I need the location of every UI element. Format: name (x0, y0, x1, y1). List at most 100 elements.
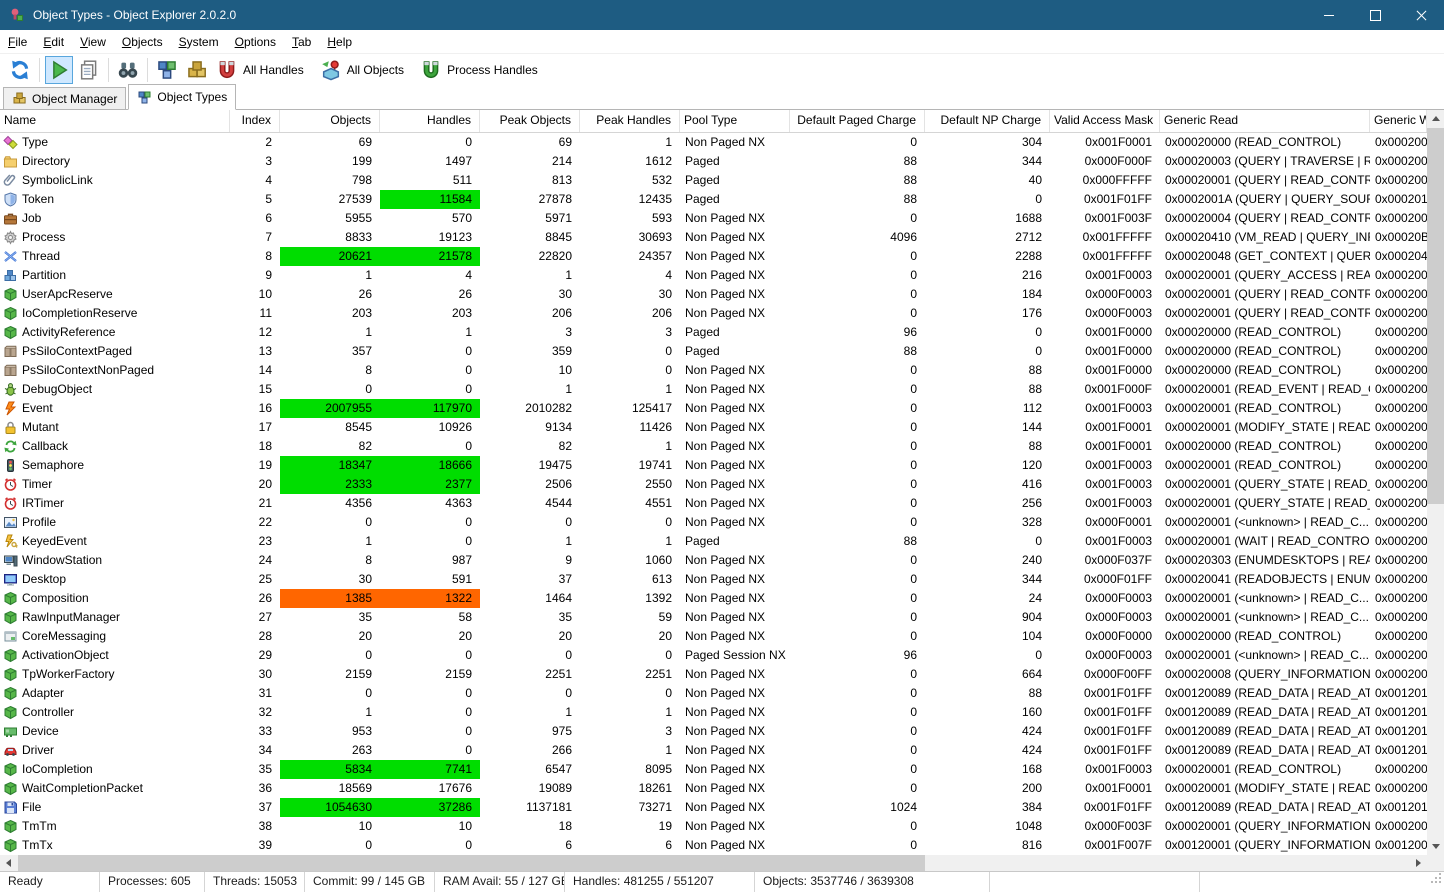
table-row-rawinputmanager[interactable]: RawInputManager2735583559Non Paged NX090… (0, 608, 1427, 627)
table-row-callback[interactable]: Callback18820821Non Paged NX0880x001F000… (0, 437, 1427, 456)
copy-button[interactable] (75, 56, 103, 84)
table-row-device[interactable]: Device3395309753Non Paged NX04240x001F01… (0, 722, 1427, 741)
cell-peak-objects: 2010282 (480, 399, 580, 418)
table-row-waitcompletionpacket[interactable]: WaitCompletionPacket36185691767619089182… (0, 779, 1427, 798)
horizontal-scrollbar[interactable] (0, 855, 1427, 871)
menu-item-tab[interactable]: Tab (284, 30, 319, 54)
table-row-debugobject[interactable]: DebugObject150011Non Paged NX0880x001F00… (0, 380, 1427, 399)
table-row-tmtm[interactable]: TmTm3810101819Non Paged NX010480x000F003… (0, 817, 1427, 836)
cell-pool-type: Non Paged NX (680, 570, 790, 589)
table-row-directory[interactable]: Directory319914972141612Paged883440x000F… (0, 152, 1427, 171)
cell-index: 7 (230, 228, 280, 247)
table-row-composition[interactable]: Composition261385132214641392Non Paged N… (0, 589, 1427, 608)
table-row-token[interactable]: Token527539115842787812435Paged8800x001F… (0, 190, 1427, 209)
column-header-valid-access-mask[interactable]: Valid Access Mask (1050, 110, 1160, 132)
column-header-name[interactable]: Name (0, 110, 230, 132)
menu-item-options[interactable]: Options (227, 30, 284, 54)
cell-generic-read: 0x00020000 (READ_CONTROL) (1160, 361, 1370, 380)
cell-default-np-charge: 424 (925, 741, 1050, 760)
table-row-keyedevent[interactable]: KeyedEvent231011Paged8800x001F00030x0002… (0, 532, 1427, 551)
table-row-desktop[interactable]: Desktop253059137613Non Paged NX03440x000… (0, 570, 1427, 589)
object-manager-toolbar-button[interactable] (183, 56, 211, 84)
cell-handles: 0 (380, 133, 480, 152)
column-header-peak-handles[interactable]: Peak Handles (580, 110, 680, 132)
close-button[interactable] (1398, 0, 1444, 30)
table-row-type[interactable]: Type2690691Non Paged NX03040x001F00010x0… (0, 133, 1427, 152)
semaphore-icon (3, 458, 18, 473)
table-row-driver[interactable]: Driver3426302661Non Paged NX04240x001F01… (0, 741, 1427, 760)
table-row-tmtx[interactable]: TmTx390066Non Paged NX08160x001F007F0x00… (0, 836, 1427, 855)
object-types-toolbar-button[interactable] (153, 56, 181, 84)
table-row-controller[interactable]: Controller321011Non Paged NX01600x001F01… (0, 703, 1427, 722)
column-header-peak-objects[interactable]: Peak Objects (480, 110, 580, 132)
column-header-objects[interactable]: Objects (280, 110, 380, 132)
toolbar-separator (147, 58, 148, 82)
table-row-irtimer[interactable]: IRTimer214356436345444551Non Paged NX025… (0, 494, 1427, 513)
menu-item-file[interactable]: File (0, 30, 35, 54)
column-header-default-paged-charge[interactable]: Default Paged Charge (790, 110, 925, 132)
scroll-left-button[interactable] (0, 855, 17, 871)
horizontal-scrollbar-thumb[interactable] (18, 855, 925, 871)
table-row-semaphore[interactable]: Semaphore1918347186661947519741Non Paged… (0, 456, 1427, 475)
table-row-userapcreserve[interactable]: UserApcReserve1026263030Non Paged NX0184… (0, 285, 1427, 304)
table-row-windowstation[interactable]: WindowStation24898791060Non Paged NX0240… (0, 551, 1427, 570)
table-row-tpworkerfactory[interactable]: TpWorkerFactory302159215922512251Non Pag… (0, 665, 1427, 684)
menu-item-edit[interactable]: Edit (35, 30, 72, 54)
table-row-process[interactable]: Process7883319123884530693Non Paged NX40… (0, 228, 1427, 247)
maximize-button[interactable] (1352, 0, 1398, 30)
column-header-handles[interactable]: Handles (380, 110, 480, 132)
menu-item-system[interactable]: System (171, 30, 227, 54)
table-row-adapter[interactable]: Adapter310000Non Paged NX0880x001F01FF0x… (0, 684, 1427, 703)
table-row-file[interactable]: File37105463037286113718173271Non Paged … (0, 798, 1427, 817)
vertical-scrollbar[interactable] (1427, 110, 1444, 855)
table-row-pssilocontextpaged[interactable]: PsSiloContextPaged1335703590Paged8800x00… (0, 342, 1427, 361)
menu-item-help[interactable]: Help (319, 30, 360, 54)
cell-pool-type: Non Paged NX (680, 665, 790, 684)
play-button[interactable] (45, 56, 73, 84)
scroll-down-button[interactable] (1427, 838, 1444, 855)
cell-handles: 19123 (380, 228, 480, 247)
arrow-down-icon (1432, 844, 1440, 849)
resize-grip[interactable] (1430, 872, 1442, 890)
all-handles-button[interactable]: All Handles (216, 56, 312, 84)
all-objects-button[interactable]: All Objects (320, 56, 412, 84)
tab-object-types[interactable]: Object Types (128, 84, 236, 110)
table-row-mutant[interactable]: Mutant17854510926913411426Non Paged NX01… (0, 418, 1427, 437)
cell-pool-type: Paged (680, 152, 790, 171)
column-header-pool-type[interactable]: Pool Type (680, 110, 790, 132)
table-row-job[interactable]: Job659555705971593Non Paged NX016880x001… (0, 209, 1427, 228)
cell-default-np-charge: 816 (925, 836, 1050, 855)
tab-object-manager[interactable]: Object Manager (3, 87, 126, 109)
menu-item-objects[interactable]: Objects (114, 30, 171, 54)
table-row-partition[interactable]: Partition91414Non Paged NX02160x001F0003… (0, 266, 1427, 285)
table-row-profile[interactable]: Profile220000Non Paged NX03280x000F00010… (0, 513, 1427, 532)
table-row-event[interactable]: Event1620079551179702010282125417Non Pag… (0, 399, 1427, 418)
cell-valid-access-mask: 0x001FFFFF (1050, 247, 1160, 266)
process-handles-button[interactable]: Process Handles (420, 56, 546, 84)
column-header-default-np-charge[interactable]: Default NP Charge (925, 110, 1050, 132)
column-header-generic-w[interactable]: Generic W (1370, 110, 1427, 132)
vertical-scrollbar-thumb[interactable] (1427, 128, 1444, 504)
refresh-button[interactable] (6, 56, 34, 84)
cell-handles: 0 (380, 513, 480, 532)
cell-valid-access-mask: 0x000F0001 (1050, 513, 1160, 532)
table-row-symboliclink[interactable]: SymbolicLink4798511813532Paged88400x000F… (0, 171, 1427, 190)
cell-generic-read: 0x00020004 (QUERY | READ_CONTR... (1160, 209, 1370, 228)
minimize-button[interactable] (1306, 0, 1352, 30)
table-row-pssilocontextnonpaged[interactable]: PsSiloContextNonPaged1480100Non Paged NX… (0, 361, 1427, 380)
table-row-activityreference[interactable]: ActivityReference121133Paged9600x001F000… (0, 323, 1427, 342)
table-row-iocompletionreserve[interactable]: IoCompletionReserve11203203206206Non Pag… (0, 304, 1427, 323)
menu-item-view[interactable]: View (72, 30, 114, 54)
table-row-coremessaging[interactable]: CoreMessaging2820202020Non Paged NX01040… (0, 627, 1427, 646)
table-row-timer[interactable]: Timer202333237725062550Non Paged NX04160… (0, 475, 1427, 494)
table-row-activationobject[interactable]: ActivationObject290000Paged Session NX96… (0, 646, 1427, 665)
table-row-thread[interactable]: Thread820621215782282024357Non Paged NX0… (0, 247, 1427, 266)
column-header-index[interactable]: Index (230, 110, 280, 132)
scroll-right-button[interactable] (1410, 855, 1427, 871)
cell-peak-handles: 8095 (580, 760, 680, 779)
table-row-iocompletion[interactable]: IoCompletion355834774165478095Non Paged … (0, 760, 1427, 779)
column-header-generic-read[interactable]: Generic Read (1160, 110, 1370, 132)
cell-peak-handles: 0 (580, 646, 680, 665)
scroll-up-button[interactable] (1427, 110, 1444, 127)
find-button[interactable] (114, 56, 142, 84)
